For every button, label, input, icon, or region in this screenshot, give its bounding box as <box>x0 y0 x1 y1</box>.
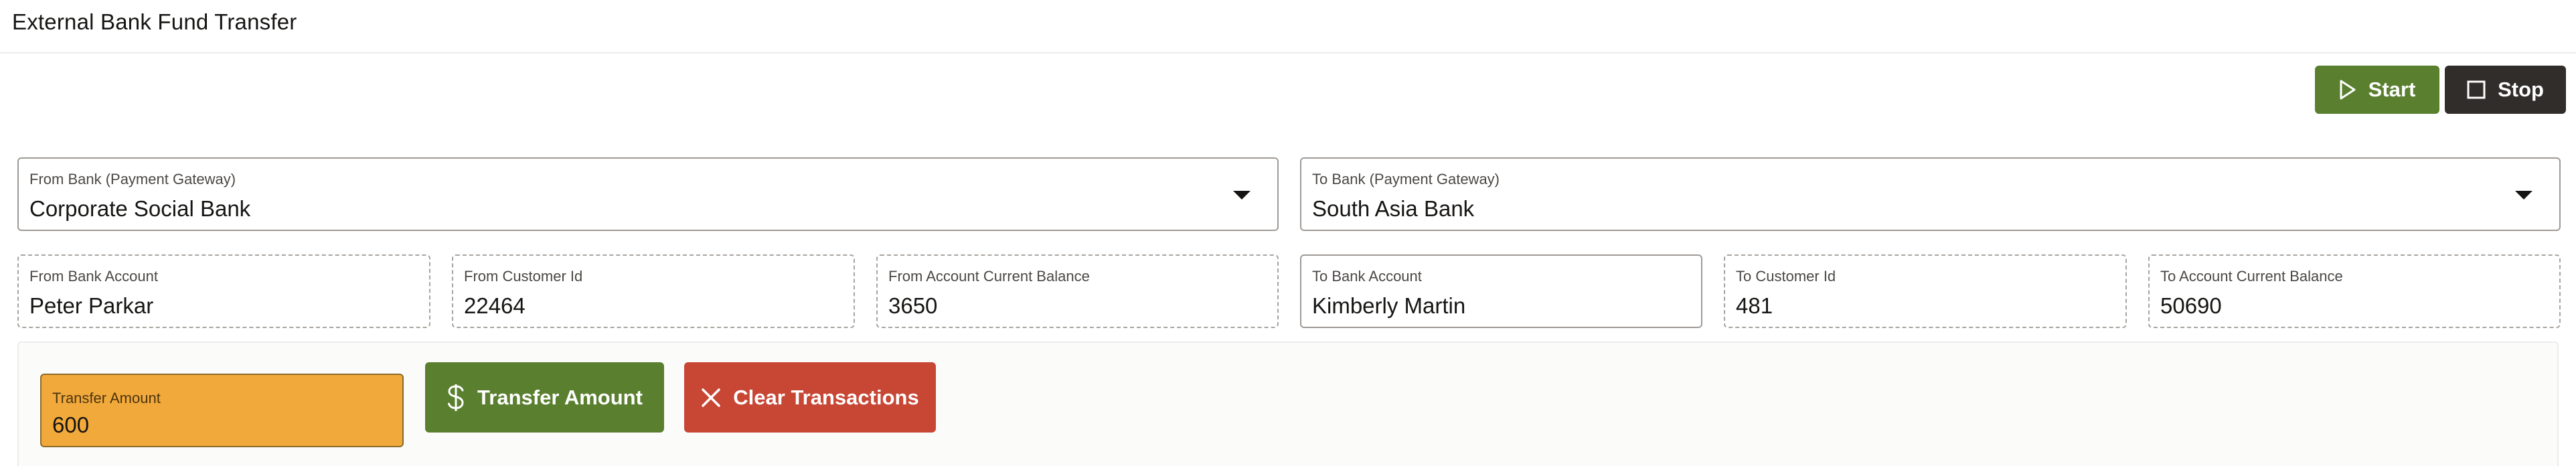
stop-square-icon <box>2467 80 2486 99</box>
to-customer-id-value: 481 <box>1736 293 1773 318</box>
transfer-amount-button[interactable]: Transfer Amount <box>425 362 664 433</box>
stop-button-label: Stop <box>2498 78 2544 101</box>
from-bank-account-field: From Bank Account Peter Parkar <box>17 254 430 328</box>
to-bank-account-value: Kimberly Martin <box>1312 293 1466 318</box>
page-title: External Bank Fund Transfer <box>12 9 297 34</box>
start-button[interactable]: Start <box>2315 66 2439 114</box>
clear-transactions-button-label: Clear Transactions <box>733 385 919 409</box>
to-customer-id-label: To Customer Id <box>1736 268 1836 285</box>
chevron-down-icon <box>2515 191 2532 200</box>
to-account-balance-value: 50690 <box>2160 293 2222 318</box>
transfer-amount-label: Transfer Amount <box>52 390 161 406</box>
to-bank-account-field[interactable]: To Bank Account Kimberly Martin <box>1300 254 1702 328</box>
from-account-balance-value: 3650 <box>888 293 938 318</box>
start-button-label: Start <box>2368 78 2416 101</box>
transfer-amount-input[interactable]: Transfer Amount 600 <box>40 374 404 447</box>
to-bank-account-label: To Bank Account <box>1312 268 1422 285</box>
transfer-amount-button-label: Transfer Amount <box>477 385 643 409</box>
from-bank-label: From Bank (Payment Gateway) <box>29 171 236 187</box>
from-customer-id-label: From Customer Id <box>464 268 583 285</box>
from-account-balance-field: From Account Current Balance 3650 <box>876 254 1279 328</box>
to-bank-value: South Asia Bank <box>1312 196 1475 221</box>
from-account-balance-label: From Account Current Balance <box>888 268 1090 285</box>
from-bank-account-label: From Bank Account <box>29 268 158 285</box>
from-bank-account-value: Peter Parkar <box>29 293 154 318</box>
from-customer-id-field: From Customer Id 22464 <box>452 254 855 328</box>
clear-transactions-button[interactable]: Clear Transactions <box>684 362 936 433</box>
to-account-balance-label: To Account Current Balance <box>2160 268 2343 285</box>
dollar-icon <box>447 383 465 412</box>
transfer-amount-value: 600 <box>52 412 90 437</box>
stop-button[interactable]: Stop <box>2445 66 2566 114</box>
from-bank-value: Corporate Social Bank <box>29 196 251 221</box>
to-bank-select[interactable]: To Bank (Payment Gateway) South Asia Ban… <box>1300 157 2561 231</box>
chevron-down-icon <box>1233 191 1251 200</box>
to-account-balance-field: To Account Current Balance 50690 <box>2148 254 2561 328</box>
to-customer-id-field: To Customer Id 481 <box>1724 254 2127 328</box>
from-bank-select[interactable]: From Bank (Payment Gateway) Corporate So… <box>17 157 1279 231</box>
close-icon <box>701 388 721 408</box>
page-header: External Bank Fund Transfer <box>0 0 2576 54</box>
play-icon <box>2339 80 2356 100</box>
to-bank-label: To Bank (Payment Gateway) <box>1312 171 1500 187</box>
page: External Bank Fund Transfer Start Stop F… <box>0 0 2576 466</box>
from-customer-id-value: 22464 <box>464 293 526 318</box>
